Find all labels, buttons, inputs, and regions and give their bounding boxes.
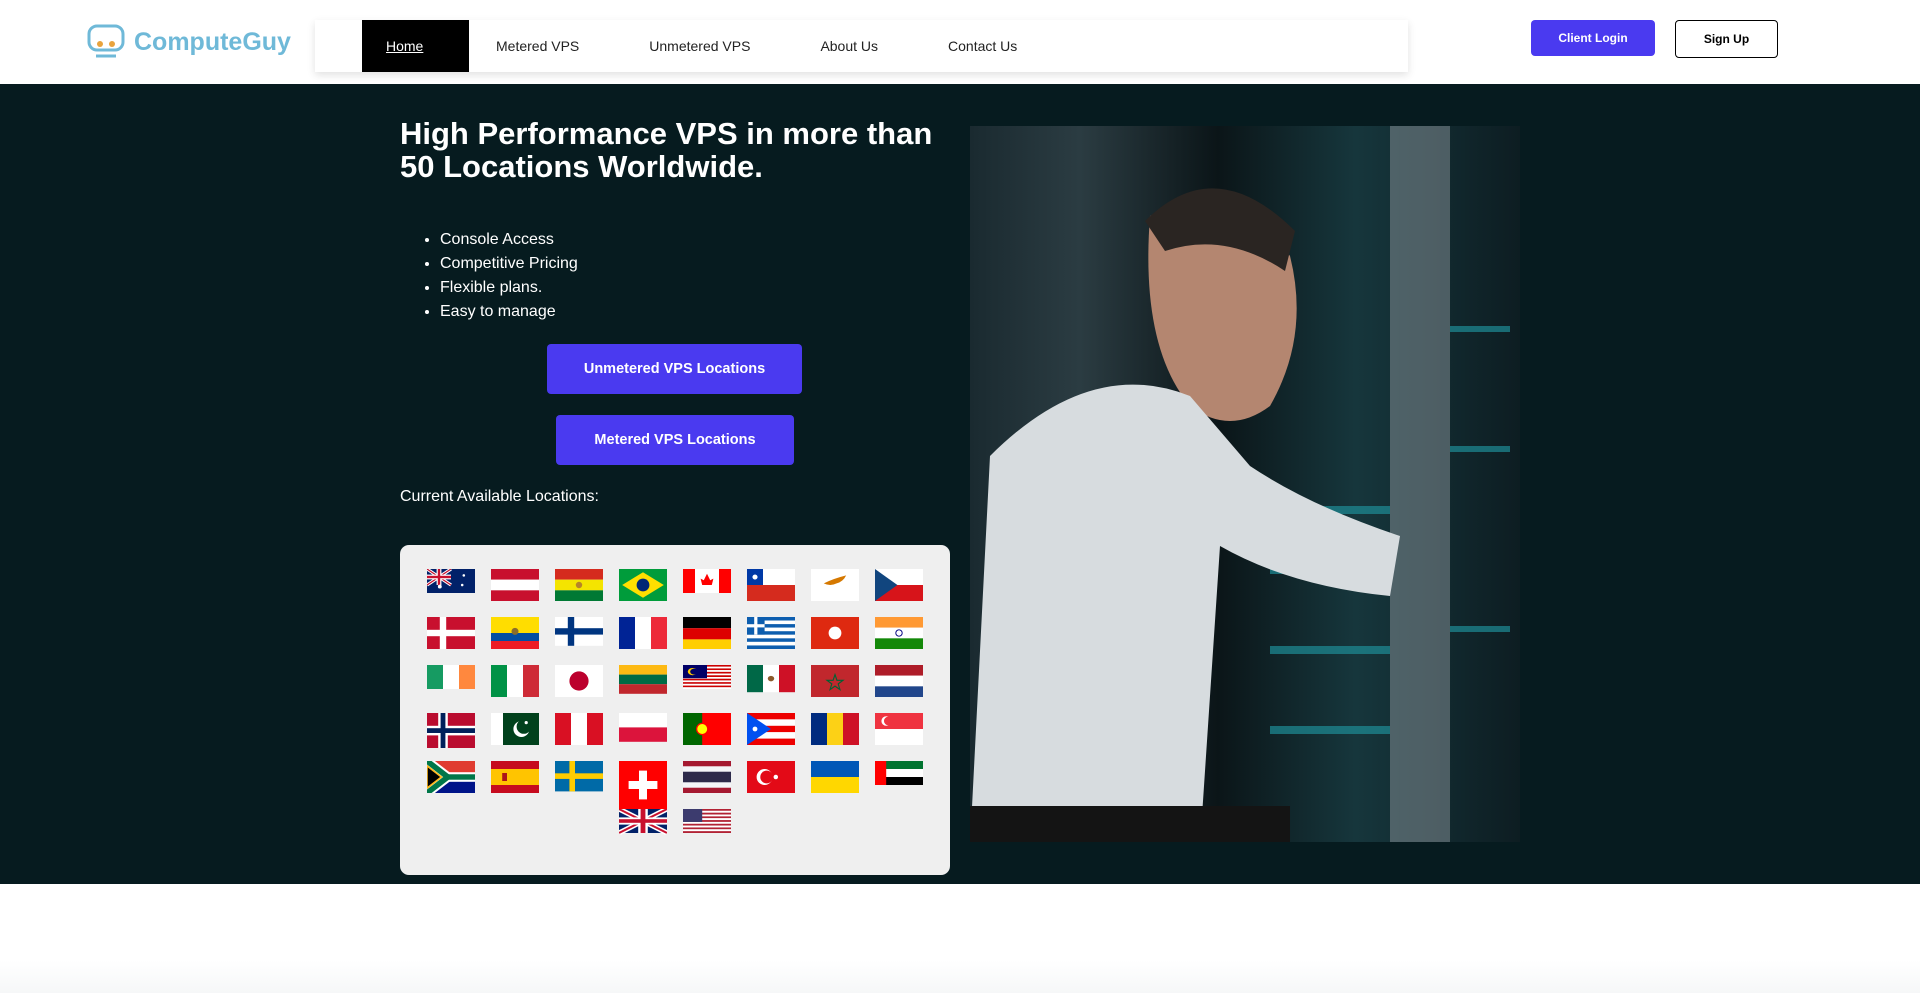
flag-ca-icon [683,569,747,617]
flag-gb-icon [619,809,683,857]
flag-ro-icon [811,713,875,761]
flag-br-icon [619,569,683,617]
nav-unmetered-vps[interactable]: Unmetered VPS [625,20,774,72]
sign-up-button[interactable]: Sign Up [1675,20,1778,58]
brand-name: ComputeGuy [134,27,291,56]
flag-my-icon [683,665,747,713]
nav-about-us[interactable]: About Us [796,20,902,72]
main-nav: Home Metered VPS Unmetered VPS About Us … [315,20,1408,72]
flag-ch-icon [619,761,683,809]
site-header: ComputeGuy Home Metered VPS Unmetered VP… [0,0,1920,84]
locations-flag-panel [400,545,950,875]
flag-au-icon [427,569,491,617]
flag-pk-icon [491,713,555,761]
feature-list: Console Access Competitive Pricing Flexi… [440,228,578,324]
flag-pl-icon [619,713,683,761]
flag-ec-icon [491,617,555,665]
unmetered-locations-button[interactable]: Unmetered VPS Locations [547,344,802,394]
flag-lt-icon [619,665,683,713]
flag-us-icon [683,809,747,857]
flag-gr-icon [747,617,811,665]
flag-tr-icon [747,761,811,809]
flag-pe-icon [555,713,619,761]
page-below-hero [0,884,1920,993]
flag-th-icon [683,761,747,809]
feature-item: Easy to manage [440,300,578,324]
flag-de-icon [683,617,747,665]
flag-no-icon [427,713,491,761]
technician-in-server-room-photo [970,126,1520,842]
flag-se-icon [555,761,619,809]
flag-es-icon [491,761,555,809]
logo[interactable]: ComputeGuy [86,20,291,64]
flag-dk-icon [427,617,491,665]
flag-at-icon [491,569,555,617]
locations-label: Current Available Locations: [400,488,599,505]
flag-jp-icon [555,665,619,713]
flag-ma-icon [811,665,875,713]
flag-fr-icon [619,617,683,665]
flag-bo-icon [555,569,619,617]
flag-fi-icon [555,617,619,665]
flag-pr-icon [747,713,811,761]
flag-ie-icon [427,665,491,713]
flag-cz-icon [875,569,939,617]
hero-section [0,84,1920,884]
feature-item: Flexible plans. [440,276,578,300]
nav-home[interactable]: Home [362,20,469,72]
flag-cl-icon [747,569,811,617]
flag-pt-icon [683,713,747,761]
flag-mx-icon [747,665,811,713]
nav-contact-us[interactable]: Contact Us [924,20,1041,72]
hero-title: High Performance VPS in more than 50 Loc… [400,116,933,184]
flag-za-icon [427,761,491,809]
flag-ae-icon [875,761,939,809]
flag-hk-icon [811,617,875,665]
metered-locations-button[interactable]: Metered VPS Locations [556,415,794,465]
feature-item: Console Access [440,228,578,252]
client-login-button[interactable]: Client Login [1531,20,1655,56]
flag-ua-icon [811,761,875,809]
flag-it-icon [491,665,555,713]
goggles-logo-icon [87,24,125,58]
nav-metered-vps[interactable]: Metered VPS [469,20,603,72]
flag-nl-icon [875,665,939,713]
feature-item: Competitive Pricing [440,252,578,276]
flag-in-icon [875,617,939,665]
flag-cy-icon [811,569,875,617]
flag-sg-icon [875,713,939,761]
